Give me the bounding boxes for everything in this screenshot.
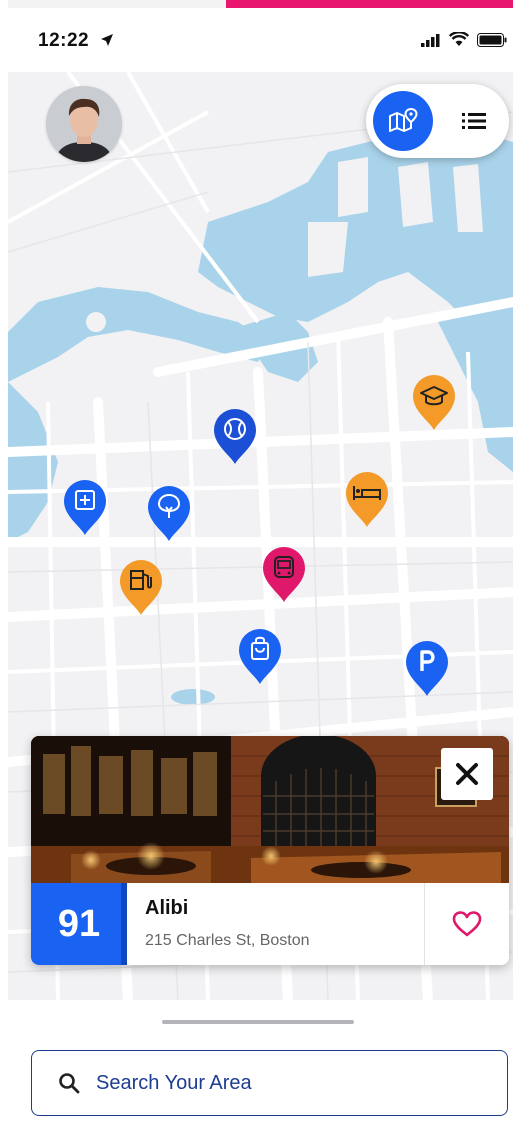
phone-screen: 12:22 91 Alibi 215 Charles St, Boston Se… <box>0 0 513 1132</box>
place-card[interactable]: 91 Alibi 215 Charles St, Boston <box>31 736 509 965</box>
sheet-grabber[interactable] <box>162 1020 354 1024</box>
clock-time: 12:22 <box>38 30 90 51</box>
battery-icon <box>477 32 507 52</box>
score-edge <box>121 883 127 965</box>
location-arrow-icon <box>100 33 114 52</box>
favorite-button[interactable] <box>424 883 509 965</box>
bar-interior-image <box>31 736 509 883</box>
place-info: 91 Alibi 215 Charles St, Boston <box>31 883 509 965</box>
close-icon <box>456 763 478 785</box>
status-icons <box>421 31 507 52</box>
transit-pin[interactable] <box>261 545 307 603</box>
top-accent-bar <box>226 0 513 8</box>
map-marker-icon <box>389 108 418 132</box>
hospital-pin[interactable] <box>62 478 108 536</box>
list-icon <box>462 113 486 129</box>
shopping-pin[interactable] <box>237 627 283 685</box>
view-toggle <box>366 84 509 158</box>
status-bar: 12:22 <box>8 8 513 72</box>
hotel-pin[interactable] <box>344 470 390 528</box>
search-icon <box>59 1073 80 1094</box>
cellular-signal-icon <box>421 33 441 52</box>
bottom-sheet: Search Your Area <box>8 1000 513 1132</box>
education-pin[interactable] <box>411 373 457 431</box>
sports-pin[interactable] <box>212 407 258 465</box>
heart-icon <box>452 911 482 937</box>
user-avatar[interactable] <box>46 86 122 162</box>
search-placeholder: Search Your Area <box>96 1071 252 1094</box>
device-frame-edge <box>0 0 8 1132</box>
user-portrait-icon <box>46 86 122 162</box>
place-photo <box>31 736 509 883</box>
close-card-button[interactable] <box>441 748 493 800</box>
search-input[interactable]: Search Your Area <box>31 1050 508 1116</box>
park-pin[interactable] <box>146 484 192 542</box>
list-view-button[interactable] <box>444 91 504 151</box>
parking-pin[interactable] <box>404 639 450 697</box>
place-address: 215 Charles St, Boston <box>145 932 310 949</box>
map-view-button[interactable] <box>373 91 433 151</box>
place-score: 91 <box>31 883 127 965</box>
gas-station-pin[interactable] <box>118 558 164 616</box>
wifi-icon <box>448 31 470 52</box>
place-name: Alibi <box>145 897 189 919</box>
